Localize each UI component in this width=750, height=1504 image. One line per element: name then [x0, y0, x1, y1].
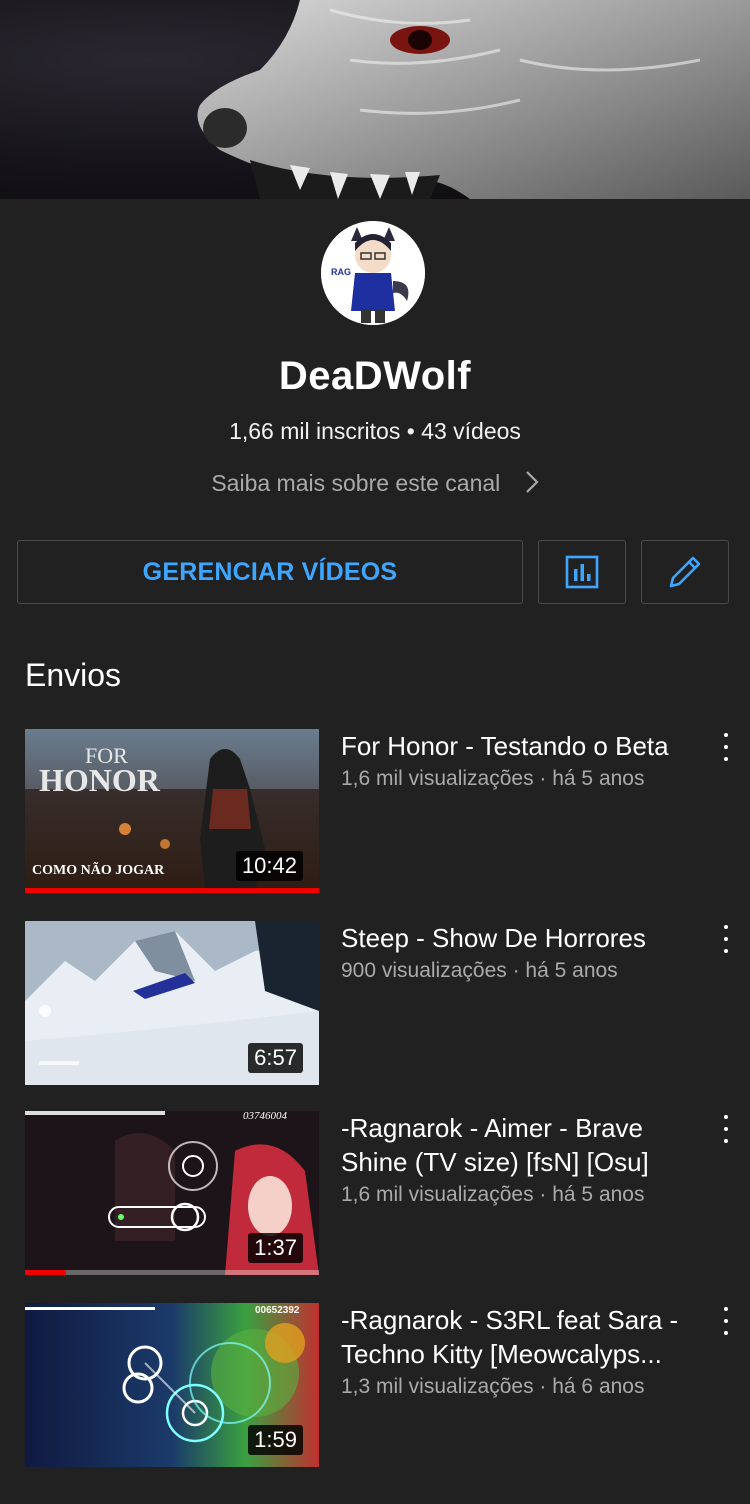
video-title[interactable]: -Ragnarok - Aimer - Brave Shine (TV size…	[341, 1111, 701, 1179]
thumbnail-title-line2: HONOR	[39, 762, 161, 798]
wolf-banner-art	[197, 0, 750, 199]
manage-videos-button[interactable]: GERENCIAR VÍDEOS	[17, 540, 523, 604]
video-duration: 6:57	[248, 1043, 303, 1073]
chevron-right-icon	[525, 470, 539, 500]
osu-score: 03746004	[243, 1111, 288, 1122]
video-thumbnail[interactable]: 6:57	[25, 921, 319, 1085]
watch-progress-track	[25, 1270, 319, 1275]
about-channel-label: Saiba mais sobre este canal	[211, 470, 501, 497]
pencil-icon	[669, 556, 701, 588]
video-title[interactable]: For Honor - Testando o Beta	[341, 729, 701, 763]
uploads-section-title: Envios	[25, 657, 122, 693]
video-thumbnail[interactable]: 00652392 1:59	[25, 1303, 319, 1467]
video-list-item[interactable]: 03746004 1:37 -Ragnarok - Aimer - Brave …	[0, 1111, 750, 1277]
watch-progress-bar	[25, 1270, 67, 1275]
avatar-logo-text: RAG	[331, 267, 351, 277]
video-duration: 1:59	[248, 1425, 303, 1455]
watch-progress-bar	[25, 888, 319, 893]
more-options-icon[interactable]	[716, 1307, 736, 1335]
analytics-button[interactable]	[538, 540, 626, 604]
more-options-icon[interactable]	[716, 925, 736, 953]
channel-avatar[interactable]: RAG	[321, 221, 425, 325]
video-list-item[interactable]: 6:57 Steep - Show De Horrores 900 visual…	[0, 921, 750, 1087]
video-list-item[interactable]: 00652392 1:59 -Ragnarok - S3RL feat Sara…	[0, 1303, 750, 1469]
osu-score: 00652392	[255, 1305, 300, 1316]
bar-chart-icon	[565, 555, 599, 589]
about-channel-link[interactable]: Saiba mais sobre este canal	[0, 470, 750, 500]
channel-banner	[0, 0, 750, 199]
video-meta: 1,3 mil visualizações · há 6 anos	[341, 1375, 645, 1398]
video-title[interactable]: Steep - Show De Horrores	[341, 921, 701, 955]
video-meta: 1,6 mil visualizações · há 5 anos	[341, 767, 645, 790]
video-duration: 1:37	[248, 1233, 303, 1263]
thumbnail-caption: COMO NÃO JOGAR	[32, 860, 165, 878]
video-thumbnail[interactable]: 03746004 1:37	[25, 1111, 319, 1275]
avatar-character-image: RAG	[321, 221, 425, 325]
edit-channel-button[interactable]	[641, 540, 729, 604]
channel-stats: 1,66 mil inscritos • 43 vídeos	[229, 418, 521, 444]
video-duration: 10:42	[235, 851, 303, 881]
video-meta: 1,6 mil visualizações · há 5 anos	[341, 1183, 645, 1206]
video-meta: 900 visualizações · há 5 anos	[341, 959, 618, 982]
video-title[interactable]: -Ragnarok - S3RL feat Sara - Techno Kitt…	[341, 1303, 701, 1371]
more-options-icon[interactable]	[716, 1115, 736, 1143]
video-thumbnail[interactable]: FOR HONOR COMO NÃO JOGAR 10:42	[25, 729, 319, 893]
channel-name: DeaDWolf	[278, 354, 472, 398]
more-options-icon[interactable]	[716, 733, 736, 761]
video-list-item[interactable]: FOR HONOR COMO NÃO JOGAR 10:42 For Honor…	[0, 729, 750, 895]
